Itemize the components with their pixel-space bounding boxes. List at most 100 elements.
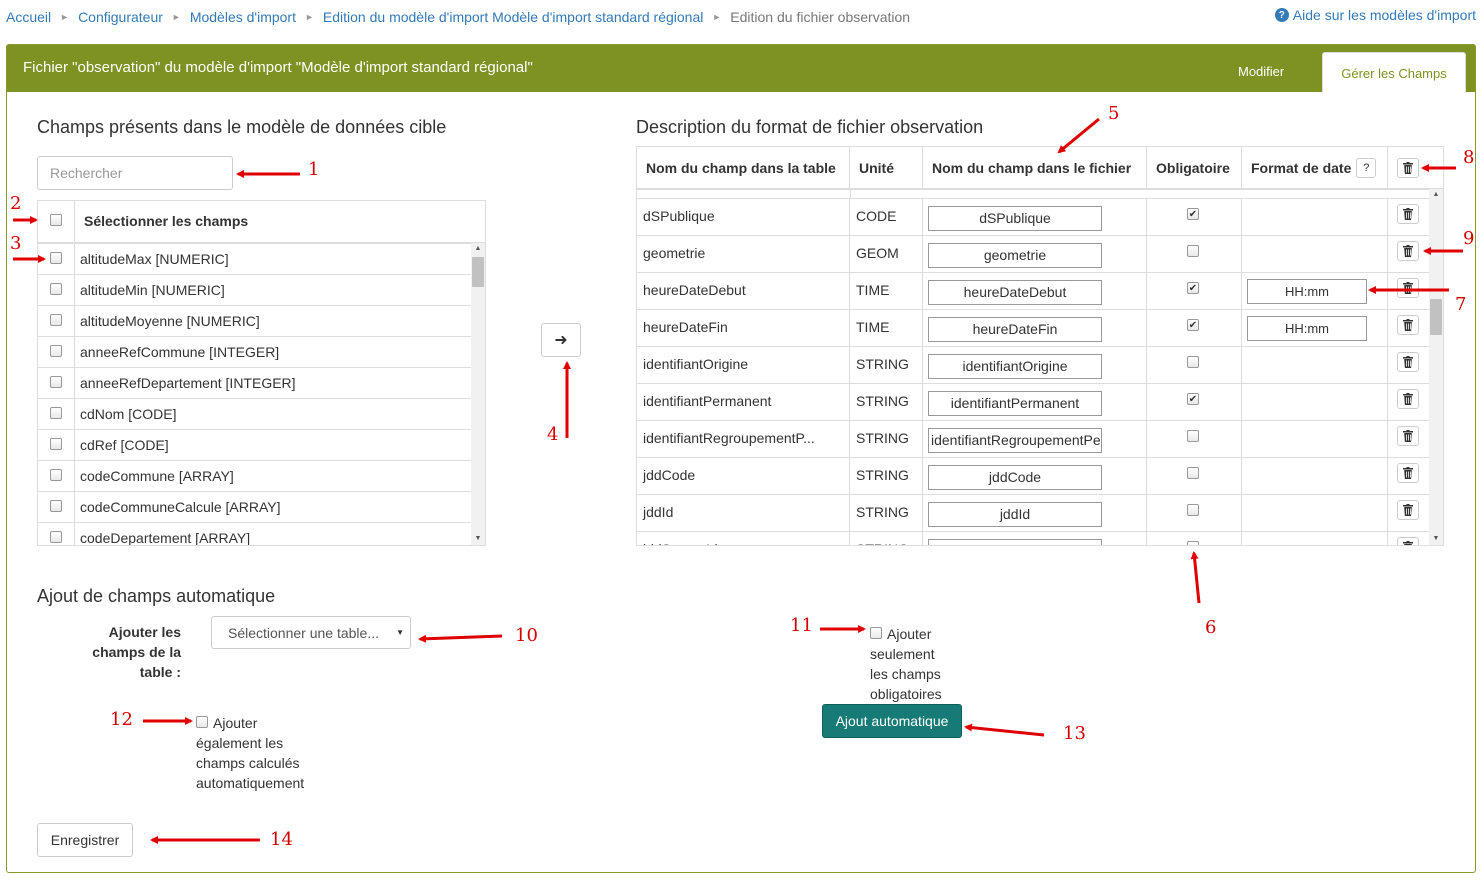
delete-row-button[interactable] [1397, 389, 1419, 409]
field-row[interactable]: codeDepartement [ARRAY] [38, 522, 471, 545]
scroll-down-icon[interactable]: ▼ [1429, 535, 1443, 543]
scroll-up-icon[interactable]: ▲ [471, 245, 485, 253]
file-field-name-input[interactable]: jddSourceId [928, 539, 1102, 545]
file-field-name-input[interactable]: heureDateDebut [928, 280, 1102, 305]
annotation-label: 12 [110, 709, 133, 730]
delete-row-button[interactable] [1397, 426, 1419, 446]
scrollbar-thumb[interactable] [472, 257, 484, 287]
field-checkbox[interactable] [50, 314, 62, 326]
table-select[interactable]: Sélectionner une table... ▼ [211, 616, 411, 649]
field-row[interactable]: altitudeMoyenne [NUMERIC] [38, 305, 471, 337]
required-checkbox[interactable] [1187, 541, 1199, 545]
field-checkbox[interactable] [50, 438, 62, 450]
field-row[interactable]: cdRef [CODE] [38, 429, 471, 461]
date-format-input[interactable]: HH:mm [1247, 316, 1367, 341]
date-format-input[interactable]: HH:mm [1247, 279, 1367, 304]
option-calculated-fields[interactable]: Ajouter également les champs calculés au… [196, 713, 316, 793]
trash-icon [1403, 356, 1413, 368]
field-label: codeCommuneCalcule [ARRAY] [80, 499, 281, 515]
file-field-name-input[interactable]: jddCode [928, 465, 1102, 490]
table-header: Nom du champ dans la table Unité Nom du … [637, 147, 1443, 189]
required-checkbox[interactable] [1187, 356, 1199, 368]
field-checkbox[interactable] [50, 531, 62, 543]
breadcrumb: Accueil ► Configurateur ► Modèles d'impo… [6, 7, 910, 27]
required-checkbox[interactable] [1187, 504, 1199, 516]
file-field-name-input[interactable]: geometrie [928, 243, 1102, 268]
table-row: jddId STRING jddId [637, 494, 1429, 532]
table-scrollbar[interactable]: ▲ ▼ [1429, 189, 1443, 545]
field-row[interactable]: codeCommuneCalcule [ARRAY] [38, 491, 471, 523]
trash-icon [1403, 162, 1413, 174]
field-list-scrollbar[interactable]: ▲ ▼ [471, 243, 485, 545]
annotation-label: 10 [515, 625, 538, 646]
field-label: altitudeMin [NUMERIC] [80, 282, 225, 298]
delete-row-button[interactable] [1397, 241, 1419, 261]
field-checkbox[interactable] [50, 500, 62, 512]
field-row[interactable]: altitudeMax [NUMERIC] [38, 243, 471, 275]
tab-gerer-champs[interactable]: Gérer les Champs [1322, 52, 1466, 93]
search-input[interactable] [37, 156, 233, 190]
file-field-name-input[interactable]: dSPublique [928, 206, 1102, 231]
required-checkbox[interactable] [1187, 319, 1199, 331]
calculated-fields-checkbox[interactable] [196, 716, 208, 728]
field-checkbox[interactable] [50, 252, 62, 264]
annotation-label: 1 [308, 159, 320, 180]
required-checkbox[interactable] [1187, 282, 1199, 294]
field-checkbox[interactable] [50, 376, 62, 388]
delete-row-button[interactable] [1397, 352, 1419, 372]
scrollbar-thumb[interactable] [1430, 299, 1442, 335]
field-row[interactable]: codeCommune [ARRAY] [38, 460, 471, 492]
field-checkbox[interactable] [50, 407, 62, 419]
breadcrumb-edition-modele[interactable]: Edition du modèle d'import Modèle d'impo… [323, 9, 703, 25]
file-field-name-input[interactable]: jddId [928, 502, 1102, 527]
breadcrumb-modeles-import[interactable]: Modèles d'import [190, 9, 296, 25]
arrow-right-icon: ➜ [554, 332, 568, 349]
tab-modifier[interactable]: Modifier [1238, 64, 1284, 79]
file-field-name-input[interactable]: identifiantPermanent [928, 391, 1102, 416]
target-fields-title: Champs présents dans le modèle de donnée… [37, 117, 447, 137]
required-checkbox[interactable] [1187, 245, 1199, 257]
delete-all-button[interactable] [1397, 158, 1419, 178]
required-checkbox[interactable] [1187, 208, 1199, 220]
option-required-fields[interactable]: Ajouter seulement les champs obligatoire… [870, 624, 954, 704]
breadcrumb-configurateur[interactable]: Configurateur [78, 9, 163, 25]
file-field-name-input[interactable]: identifiantOrigine [928, 354, 1102, 379]
field-label: cdNom [CODE] [80, 406, 177, 422]
add-fields-button[interactable]: ➜ [541, 323, 581, 357]
dropdown-caret-icon: ▼ [396, 628, 404, 637]
delete-row-button[interactable] [1397, 463, 1419, 483]
select-all-checkbox[interactable] [50, 214, 62, 226]
field-row[interactable]: anneeRefDepartement [INTEGER] [38, 367, 471, 399]
required-checkbox[interactable] [1187, 393, 1199, 405]
help-link[interactable]: ? Aide sur les modèles d'import [1274, 7, 1476, 23]
panel-title: Fichier "observation" du modèle d'import… [23, 59, 533, 76]
breadcrumb-current: Edition du fichier observation [730, 9, 911, 25]
trash-icon [1403, 208, 1413, 220]
required-checkbox[interactable] [1187, 430, 1199, 442]
field-checkbox[interactable] [50, 283, 62, 295]
field-checkbox[interactable] [50, 345, 62, 357]
field-row[interactable]: altitudeMin [NUMERIC] [38, 274, 471, 306]
field-row[interactable]: cdNom [CODE] [38, 398, 471, 430]
delete-row-button[interactable] [1397, 204, 1419, 224]
scroll-down-icon[interactable]: ▼ [471, 535, 485, 543]
delete-row-button[interactable] [1397, 500, 1419, 520]
scroll-up-icon[interactable]: ▲ [1429, 191, 1443, 199]
delete-row-button[interactable] [1397, 278, 1419, 298]
breadcrumb-accueil[interactable]: Accueil [6, 9, 51, 25]
delete-row-button[interactable] [1397, 315, 1419, 335]
field-checkbox[interactable] [50, 469, 62, 481]
file-field-name-input[interactable]: identifiantRegroupementPe [928, 428, 1102, 453]
trash-icon [1403, 319, 1413, 331]
annotation-label: 14 [270, 829, 293, 850]
annotation-label: 6 [1205, 617, 1217, 638]
date-format-help-button[interactable]: ? [1356, 158, 1377, 178]
breadcrumb-separator-icon: ► [60, 12, 70, 22]
file-field-name-input[interactable]: heureDateFin [928, 317, 1102, 342]
delete-row-button[interactable] [1397, 537, 1419, 545]
required-fields-checkbox[interactable] [870, 627, 882, 639]
field-row[interactable]: anneeRefCommune [INTEGER] [38, 336, 471, 368]
save-button[interactable]: Enregistrer [37, 823, 133, 857]
required-checkbox[interactable] [1187, 467, 1199, 479]
auto-add-button[interactable]: Ajout automatique [822, 704, 962, 738]
